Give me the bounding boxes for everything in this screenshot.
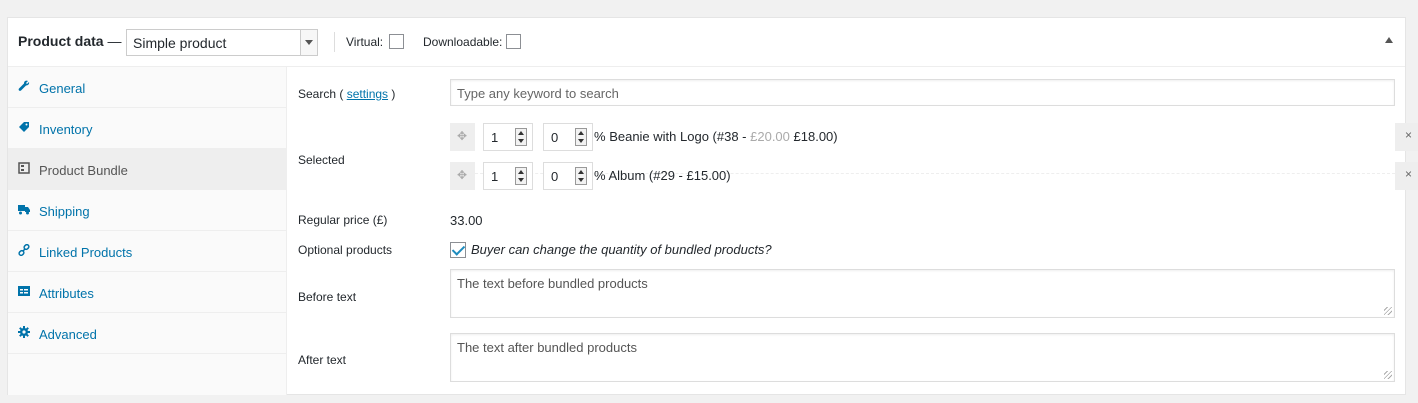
optional-products-label: Optional products xyxy=(298,243,393,257)
tab-label: Advanced xyxy=(39,327,97,342)
search-placeholder: Type any keyword to search xyxy=(457,86,619,101)
wrench-icon xyxy=(18,80,30,91)
bundle-icon xyxy=(18,162,30,174)
optional-products-text: Buyer can change the quantity of bundled… xyxy=(471,242,772,257)
truck-icon xyxy=(18,205,30,215)
downloadable-label: Downloadable: xyxy=(423,35,503,49)
tab-advanced[interactable]: Advanced xyxy=(8,313,286,354)
link-icon xyxy=(18,244,30,256)
after-text-label: After text xyxy=(298,353,347,367)
close-icon: × xyxy=(1405,128,1413,142)
discount-stepper[interactable]: 0 xyxy=(543,162,593,190)
optional-products-checkbox[interactable] xyxy=(450,242,466,258)
drag-handle[interactable]: ✥ xyxy=(450,123,475,151)
product-type-value: Simple product xyxy=(133,35,227,51)
discount-stepper[interactable]: 0 xyxy=(543,123,593,151)
tab-label: Attributes xyxy=(39,286,94,301)
spinner-icon[interactable] xyxy=(575,167,587,185)
tab-product-bundle[interactable]: Product Bundle xyxy=(8,149,286,190)
search-label: Search ( settings ) xyxy=(298,87,396,101)
quantity-stepper[interactable]: 1 xyxy=(483,162,533,190)
tab-label: Linked Products xyxy=(39,245,133,260)
bundle-item-name: % Beanie with Logo (#38 - £20.00 £18.00) xyxy=(594,129,838,144)
regular-price-label: Regular price (£) xyxy=(298,213,388,227)
selected-label: Selected xyxy=(298,153,345,167)
before-text-field[interactable]: The text before bundled products xyxy=(450,269,1395,318)
tab-label: Inventory xyxy=(39,122,93,137)
settings-link[interactable]: settings xyxy=(347,87,388,101)
tab-general[interactable]: General xyxy=(8,67,286,108)
move-icon: ✥ xyxy=(457,129,468,143)
attributes-icon xyxy=(18,286,30,296)
spinner-icon[interactable] xyxy=(515,128,527,146)
product-data-panel: Product data — Simple product Virtual: D… xyxy=(7,17,1418,395)
bundle-options: Search ( settings ) Type any keyword to … xyxy=(287,67,1418,394)
spinner-icon[interactable] xyxy=(575,128,587,146)
move-icon: ✥ xyxy=(457,168,468,182)
gear-icon xyxy=(18,326,30,338)
list-item: ✥ 1 0 % Album (#29 - £15.00) × xyxy=(450,162,1418,192)
list-item: ✥ 1 0 % Beanie with Logo (#38 - £20.00 £… xyxy=(450,123,1418,153)
virtual-checkbox[interactable] xyxy=(389,34,404,49)
product-data-tabs: General Inventory Product Bundle Shippin… xyxy=(8,67,287,395)
spinner-icon[interactable] xyxy=(515,167,527,185)
divider xyxy=(334,32,335,52)
collapse-toggle-icon[interactable] xyxy=(1385,37,1393,43)
regular-price-value: 33.00 xyxy=(450,213,483,228)
downloadable-checkbox[interactable] xyxy=(506,34,521,49)
quantity-stepper[interactable]: 1 xyxy=(483,123,533,151)
chevron-down-icon[interactable] xyxy=(300,30,317,55)
drag-handle[interactable]: ✥ xyxy=(450,162,475,190)
remove-button[interactable]: × xyxy=(1395,162,1418,190)
bundle-item-name: % Album (#29 - £15.00) xyxy=(594,168,731,183)
panel-title: Product data — xyxy=(18,33,122,49)
product-type-select[interactable]: Simple product xyxy=(126,29,318,56)
product-search-input[interactable]: Type any keyword to search xyxy=(450,79,1395,106)
close-icon: × xyxy=(1405,167,1413,181)
tab-shipping[interactable]: Shipping xyxy=(8,190,286,231)
virtual-label: Virtual: xyxy=(346,35,384,49)
before-text-label: Before text xyxy=(298,290,357,304)
tab-attributes[interactable]: Attributes xyxy=(8,272,286,313)
tab-label: Product Bundle xyxy=(39,163,128,178)
tab-label: Shipping xyxy=(39,204,90,219)
tag-icon xyxy=(19,122,29,132)
product-data-header: Product data — Simple product Virtual: D… xyxy=(8,18,1405,67)
after-text-field[interactable]: The text after bundled products xyxy=(450,333,1395,382)
tab-inventory[interactable]: Inventory xyxy=(8,108,286,149)
resize-handle-icon[interactable] xyxy=(1384,371,1392,379)
tab-linked-products[interactable]: Linked Products xyxy=(8,231,286,272)
tab-label: General xyxy=(39,81,86,96)
remove-button[interactable]: × xyxy=(1395,123,1418,151)
resize-handle-icon[interactable] xyxy=(1384,307,1392,315)
